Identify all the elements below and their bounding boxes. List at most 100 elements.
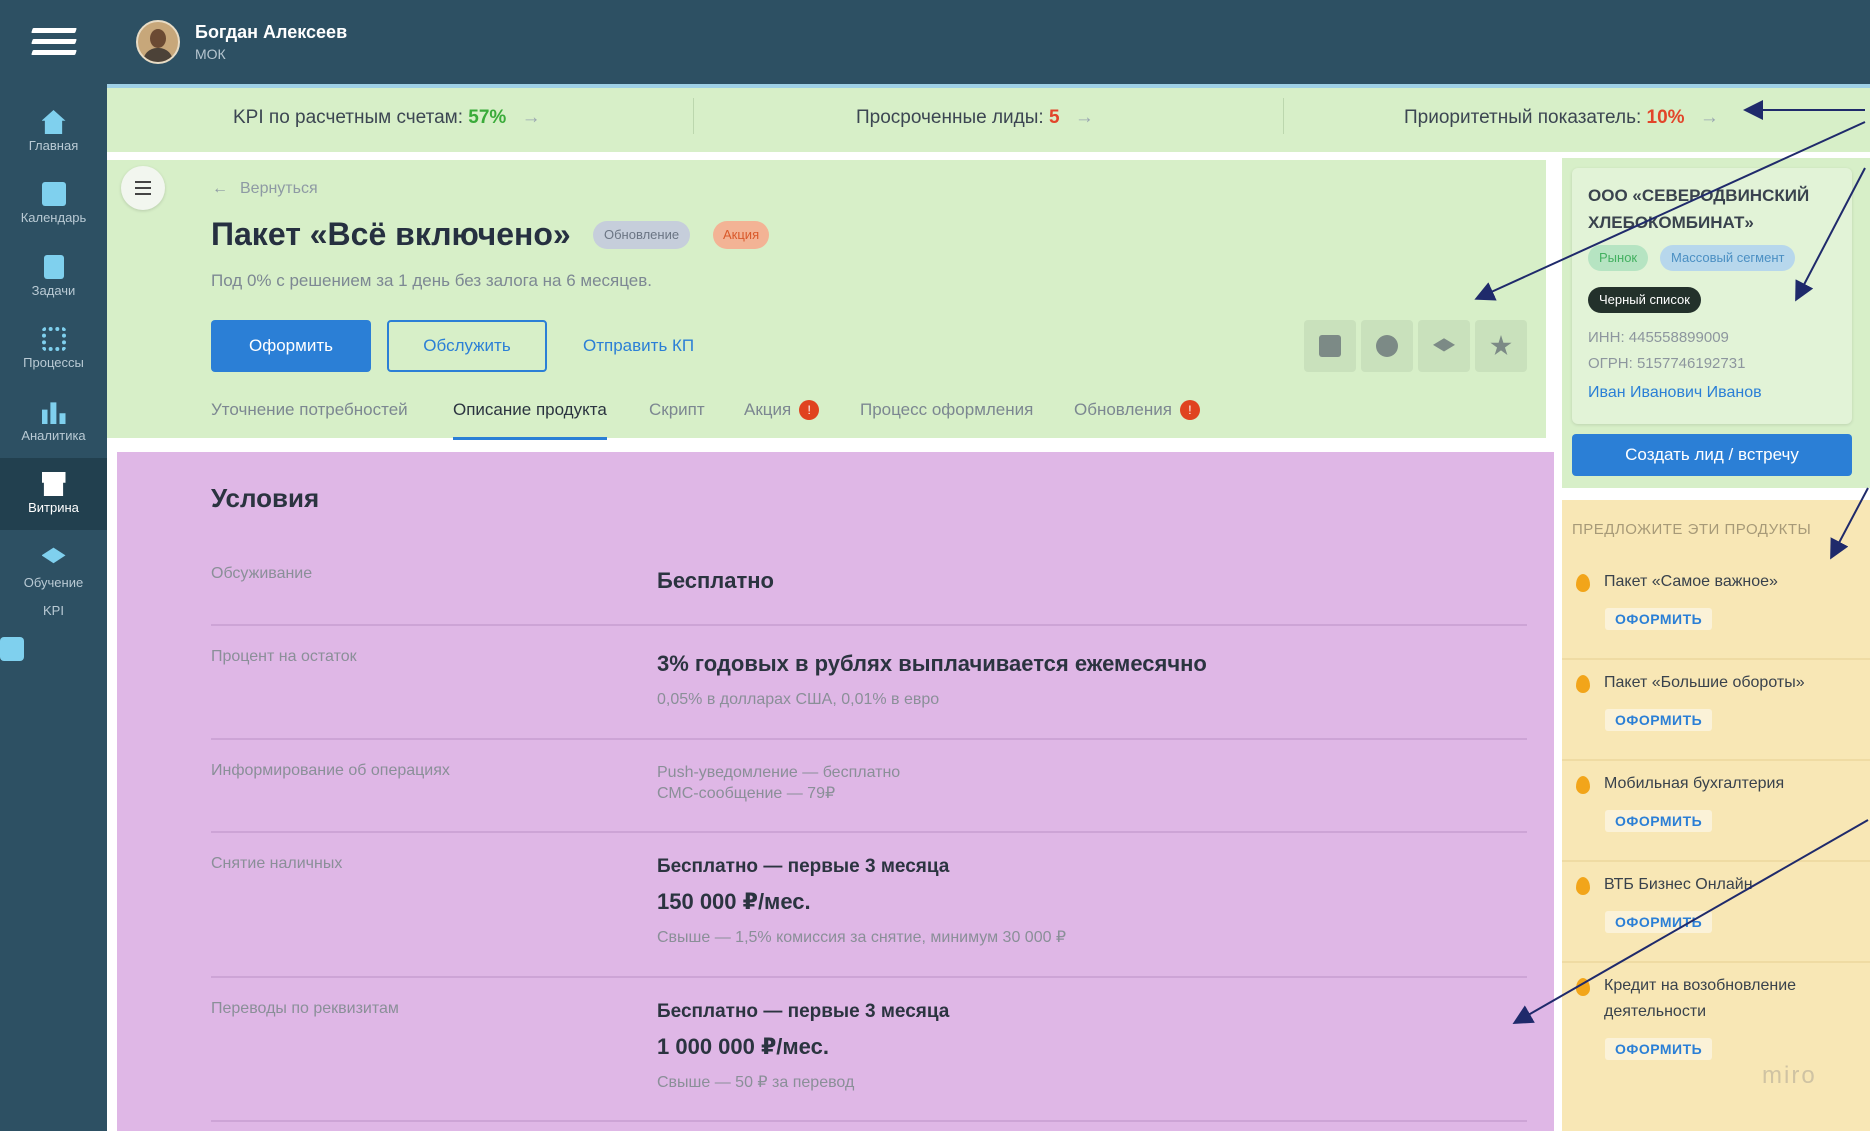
flame-icon (1576, 675, 1590, 693)
flame-icon (1576, 877, 1590, 895)
notification-badge: ! (1179, 400, 1200, 420)
apply-button[interactable]: Оформить (211, 320, 371, 372)
create-lead-button[interactable]: Создать лид / встречу (1572, 434, 1852, 476)
notification-badge: ! (799, 400, 820, 420)
tab-needs[interactable]: Уточнение потребностей (211, 400, 408, 440)
document-icon (1319, 335, 1341, 357)
divider (1562, 658, 1870, 660)
sidebar-item-tasks[interactable]: Задачи (0, 241, 107, 313)
offer-apply-button[interactable]: ОФОРМИТЬ (1605, 709, 1713, 731)
user-name: Богдан Алексеев (195, 22, 348, 42)
tab-script[interactable]: Скрипт (649, 400, 705, 440)
tab-description[interactable]: Описание продукта (453, 400, 607, 440)
divider (211, 831, 1527, 833)
condition-label: Процент на остаток (211, 648, 357, 665)
sidebar-item-label: Задачи (31, 283, 76, 298)
sidebar-item-education[interactable]: Обучение (0, 531, 107, 603)
send-offer-link[interactable]: Отправить КП (583, 336, 694, 356)
divider (211, 624, 1527, 626)
avatar[interactable] (136, 20, 180, 64)
education-button[interactable] (1418, 320, 1470, 372)
tasks-icon (43, 255, 64, 279)
education-icon (41, 547, 66, 564)
condition-note: 0,05% в долларах США, 0,01% в евро (657, 691, 940, 708)
sidebar-item-kpi[interactable]: KPI (0, 603, 107, 675)
divider (211, 1120, 1527, 1122)
showcase-icon (41, 472, 66, 496)
home-icon (41, 110, 66, 134)
tab-label: Скрипт (649, 400, 705, 419)
kpi-priority[interactable]: Приоритетный показатель: 10% → (1404, 107, 1719, 129)
kpi-value: 5 (1048, 107, 1060, 128)
status-badge-update: Обновление (593, 221, 691, 249)
segment-chip: Массовый сегмент (1660, 245, 1796, 271)
back-label: Вернуться (240, 180, 318, 197)
divider (1562, 961, 1870, 963)
processes-icon (41, 327, 66, 351)
condition-label: Переводы по реквизитам (211, 1000, 399, 1017)
condition-label: Информирование об операциях (211, 762, 450, 779)
user-role: МОК (195, 46, 226, 62)
sidebar-item-calendar[interactable]: Календарь (0, 168, 107, 240)
tab-label: Акция (744, 400, 792, 419)
kpi-accounts[interactable]: KPI по расчетным счетам: 57% → (233, 107, 541, 129)
sidebar-item-showcase[interactable]: Витрина (0, 458, 107, 530)
kpi-overdue-leads[interactable]: Просроченные лиды: 5 → (856, 107, 1094, 129)
analytics-icon (41, 402, 66, 424)
document-button[interactable] (1304, 320, 1356, 372)
kpi-icon (0, 637, 24, 661)
sidebar-item-label: Витрина (28, 500, 79, 515)
divider (211, 976, 1527, 978)
offer-apply-button[interactable]: ОФОРМИТЬ (1605, 810, 1713, 832)
graduation-cap-icon (1433, 338, 1455, 352)
w-circle-button[interactable] (1361, 320, 1413, 372)
segment-chip: Рынок (1588, 245, 1649, 271)
kpi-value: 57% (468, 107, 507, 128)
offer-item: Мобильная бухгалтерия (1604, 775, 1785, 792)
status-badge-promo: Акция (713, 221, 770, 249)
tab-process[interactable]: Процесс оформления (860, 400, 1033, 440)
sidebar-item-label: Обучение (23, 575, 84, 590)
kpi-label: Просроченные лиды: (856, 107, 1044, 128)
w-circle-icon (1376, 335, 1398, 357)
service-button[interactable]: Обслужить (387, 320, 547, 372)
tab-label: Уточнение потребностей (211, 400, 408, 419)
offer-apply-button[interactable]: ОФОРМИТЬ (1605, 911, 1713, 933)
tab-updates[interactable]: Обновления! (1074, 400, 1200, 440)
condition-value: Бесплатно (657, 568, 774, 593)
sidebar-item-processes[interactable]: Процессы (0, 313, 107, 385)
divider (1562, 860, 1870, 862)
client-name[interactable]: ООО «СЕВЕРОДВИНСКИЙ ХЛЕБОКОМБИНАТ» (1588, 182, 1838, 236)
star-icon (1490, 335, 1512, 356)
offer-item: Кредит на возобновление деятельности (1604, 977, 1797, 1020)
offers-title: ПРЕДЛОЖИТЕ ЭТИ ПРОДУКТЫ (1572, 521, 1812, 538)
condition-value: 1 000 000 ₽/мес. (657, 1034, 829, 1059)
offer-item: Пакет «Большие обороты» (1604, 674, 1805, 691)
favorite-button[interactable] (1475, 320, 1527, 372)
menu-icon[interactable] (121, 166, 165, 210)
sidebar-item-label: Аналитика (21, 428, 86, 443)
tab-promo[interactable]: Акция! (744, 400, 820, 440)
tab-label: Процесс оформления (860, 400, 1034, 419)
condition-note: Push-уведомление — бесплатно (657, 764, 901, 781)
conditions-panel (117, 452, 1554, 1131)
condition-value: Бесплатно — первые 3 месяца (657, 856, 950, 877)
app-logo-icon[interactable] (31, 28, 77, 58)
product-subtitle: Под 0% с решением за 1 день без залога н… (211, 271, 653, 290)
arrow-right-icon: → (521, 107, 541, 128)
kpi-label: Приоритетный показатель: (1404, 107, 1642, 128)
client-inn: ИНН: 445558899009 (1588, 329, 1729, 346)
condition-value: Бесплатно — первые 3 месяца (657, 1001, 950, 1022)
kpi-value: 10% (1646, 107, 1685, 128)
back-link[interactable]: ← Вернуться (212, 180, 318, 198)
offer-apply-button[interactable]: ОФОРМИТЬ (1605, 608, 1713, 630)
offer-apply-button[interactable]: ОФОРМИТЬ (1605, 1038, 1713, 1060)
contact-person-link[interactable]: Иван Иванович Иванов (1588, 384, 1762, 402)
condition-label: Обсуживание (211, 565, 313, 582)
tab-label: Обновления (1074, 400, 1172, 419)
divider (693, 98, 694, 134)
condition-value: 150 000 ₽/мес. (657, 889, 811, 914)
sidebar-item-home[interactable]: Главная (0, 96, 107, 168)
flame-icon (1576, 978, 1590, 996)
sidebar-item-analytics[interactable]: Аналитика (0, 386, 107, 458)
